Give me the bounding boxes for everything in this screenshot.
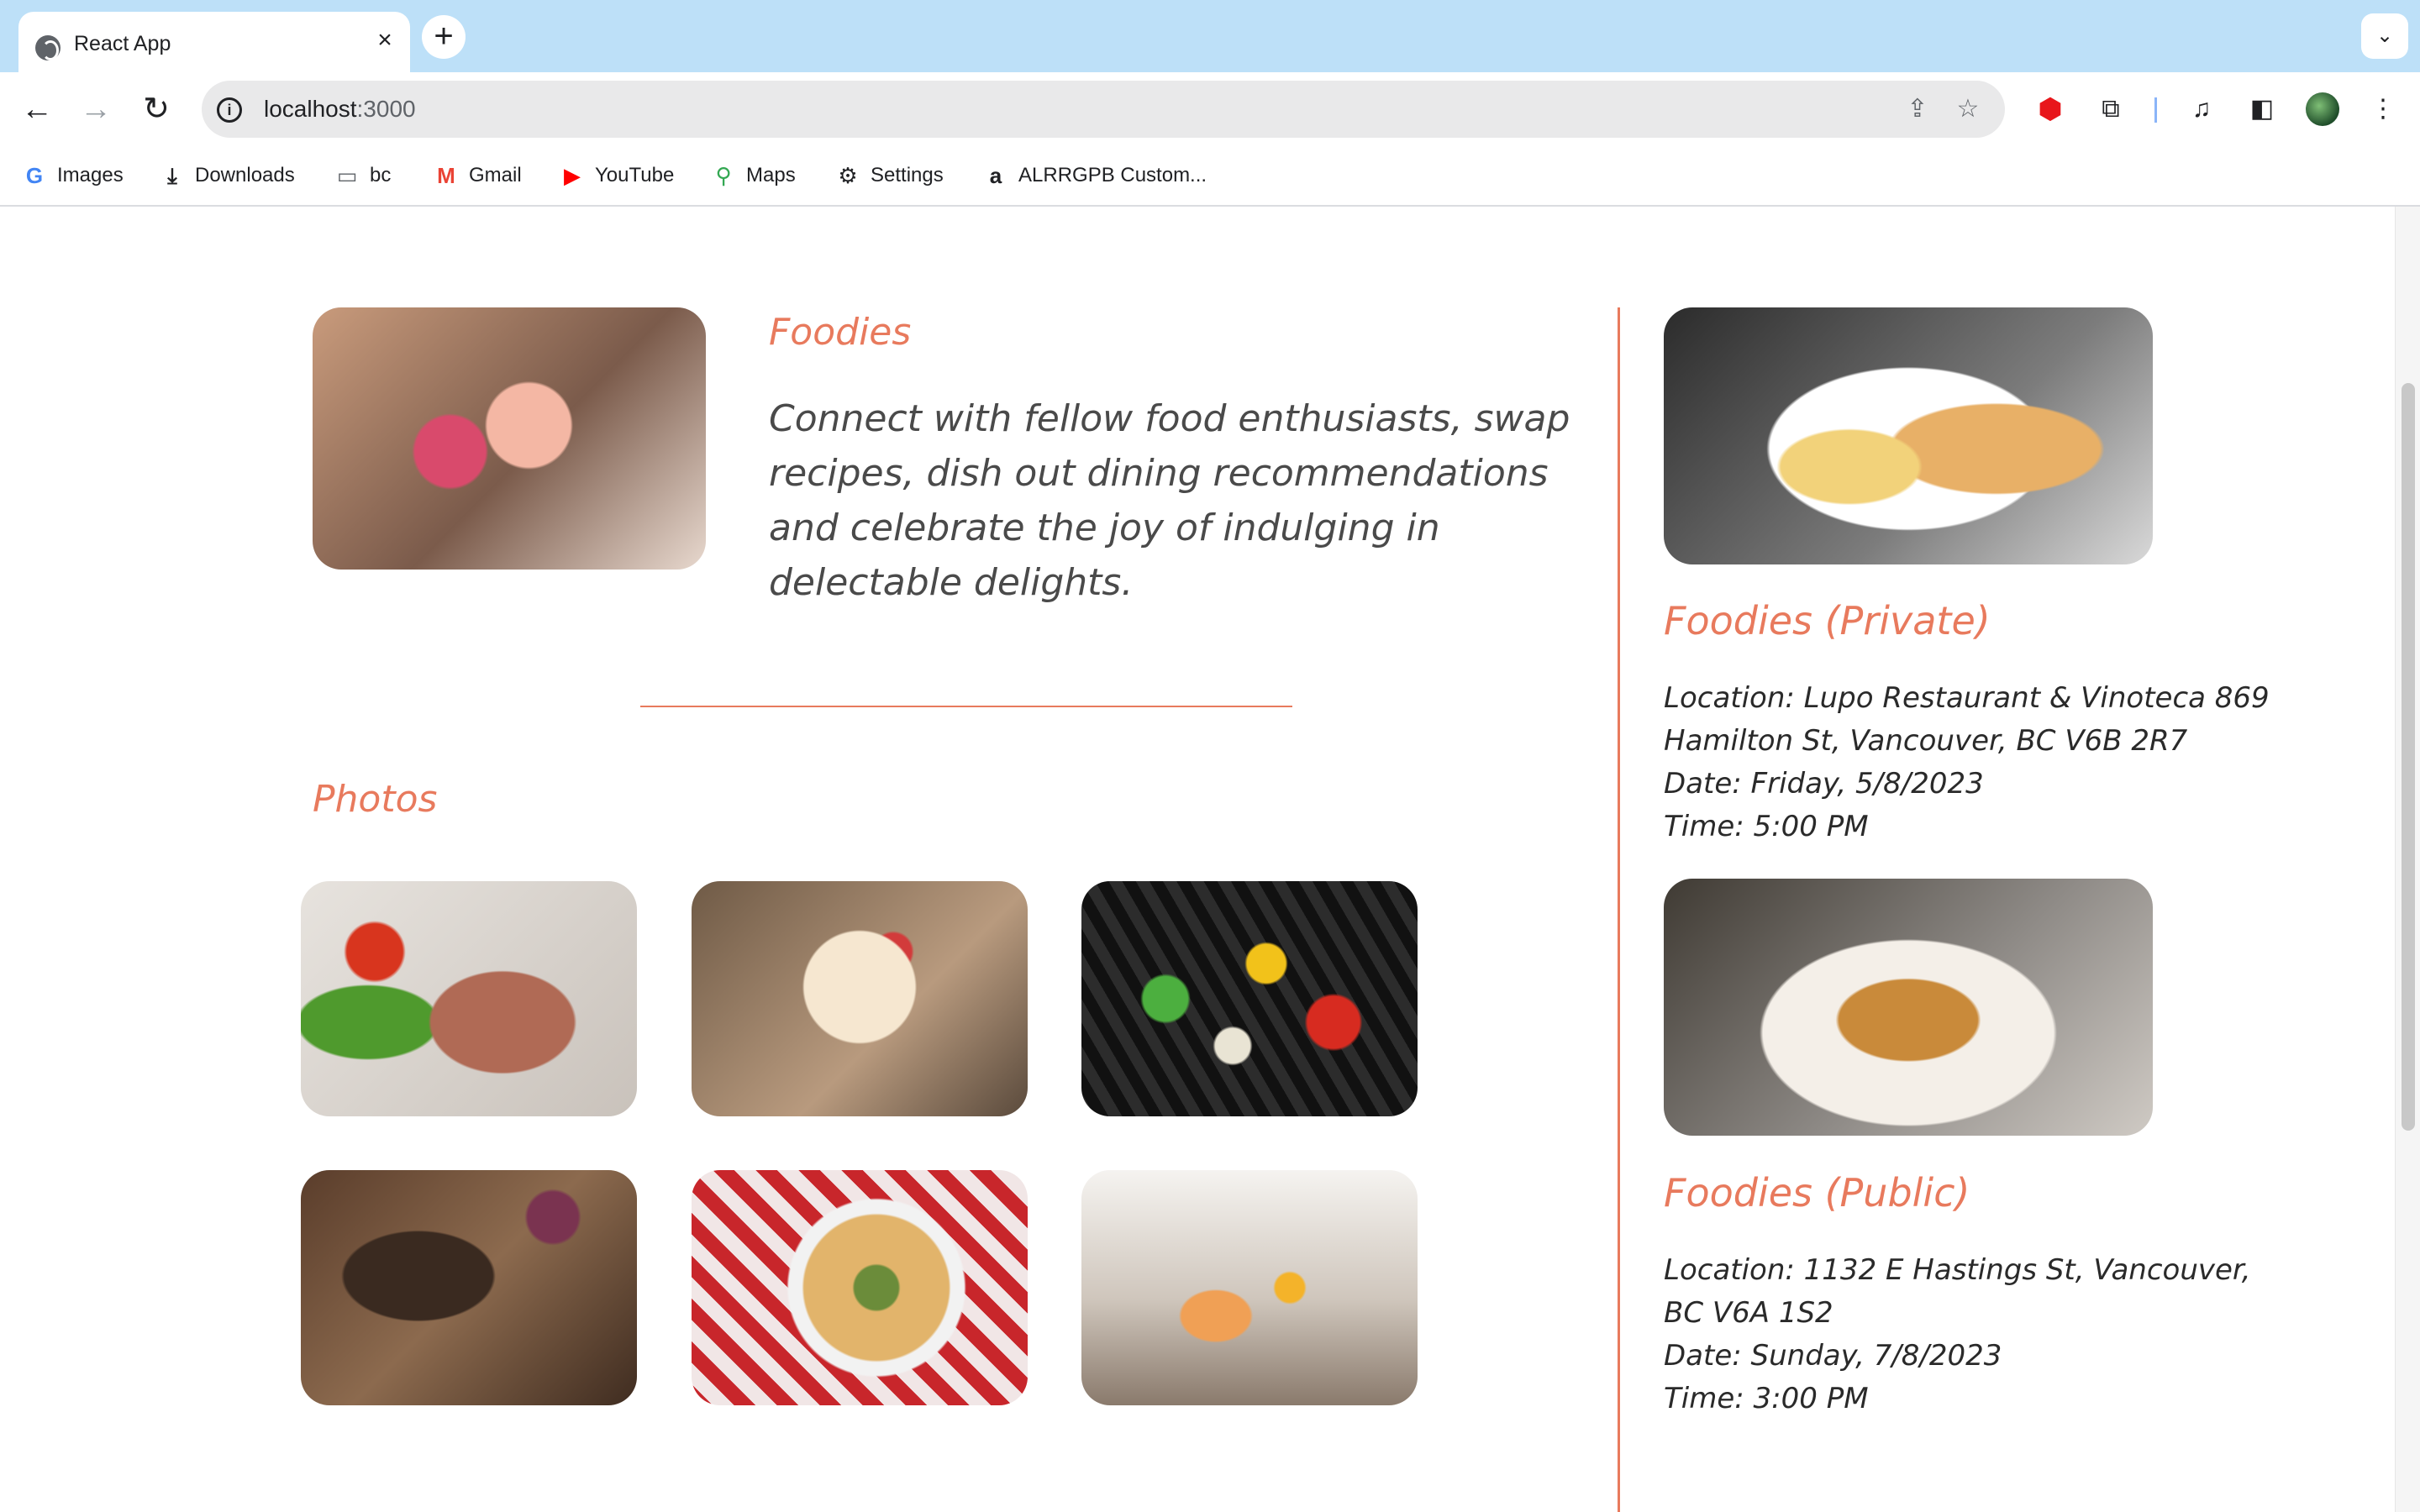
folder-icon: ▭: [336, 163, 358, 188]
maps-icon: ⚲: [715, 163, 732, 188]
menu-kebab-icon[interactable]: ⋮: [2366, 92, 2400, 126]
bookmark-star-icon[interactable]: ☆: [1951, 92, 1985, 126]
download-icon: ⤓: [167, 163, 177, 188]
group-title: Foodies: [769, 311, 912, 354]
bookmark-label: YouTube: [595, 164, 675, 186]
bookmark-label: Settings: [871, 164, 944, 186]
time-label: Time: [1664, 810, 1735, 843]
group-description: Connect with fellow food enthusiasts, sw…: [769, 397, 1570, 604]
event-image-public[interactable]: [1664, 879, 2153, 1136]
event-title-private[interactable]: Foodies (Private): [1664, 598, 1991, 643]
column-divider: [1618, 307, 1620, 1512]
bookmark-label: Maps: [746, 164, 796, 186]
tab-title: React App: [74, 32, 171, 55]
bookmark-downloads[interactable]: ⤓ Downloads: [160, 161, 295, 190]
scrollbar-thumb[interactable]: [2402, 383, 2415, 1131]
gmail-icon: M: [437, 163, 455, 188]
site-info-icon[interactable]: i: [217, 97, 242, 123]
close-icon[interactable]: ×: [373, 28, 397, 53]
bookmark-label: bc: [370, 164, 392, 186]
bookmark-maps[interactable]: ⚲ Maps: [711, 161, 796, 190]
side-panel-icon[interactable]: ◧: [2245, 92, 2279, 126]
event-details-public: Location: 1132 E Hastings St, Vancouver,…: [1664, 1249, 2286, 1420]
url-text: localhost:3000: [264, 96, 416, 123]
youtube-icon: ▶: [564, 163, 581, 188]
bookmark-gmail[interactable]: M Gmail: [434, 161, 522, 190]
bookmark-images[interactable]: G Images: [22, 161, 124, 190]
event-location: Location: Lupo Restaurant & Vinoteca 869…: [1664, 681, 2270, 758]
date-label: Date: [1664, 1339, 1733, 1373]
toolbar-separator: [2154, 97, 2157, 123]
time-value: 5:00 PM: [1753, 810, 1869, 843]
extensions-puzzle-icon[interactable]: ⧉: [2094, 92, 2128, 126]
event-date: Date: Sunday, 7/8/2023: [1664, 1339, 2002, 1373]
adblock-extension-icon[interactable]: ⬢: [2033, 92, 2067, 126]
photo-strawberry-cream-puffs[interactable]: [692, 881, 1028, 1116]
time-value: 3:00 PM: [1753, 1382, 1869, 1415]
bookmark-label: ALRRGPB Custom...: [1018, 164, 1207, 186]
photos-heading: Photos: [313, 778, 438, 821]
url-port: :3000: [356, 96, 416, 122]
globe-icon: [35, 35, 60, 60]
location-label: Location: [1664, 681, 1786, 715]
page-content: Foodies Connect with fellow food enthusi…: [0, 207, 2420, 1512]
amazon-icon: a: [989, 163, 1002, 188]
bookmark-youtube[interactable]: ▶ YouTube: [560, 161, 674, 190]
bookmark-label: Images: [57, 164, 124, 186]
url-host: localhost: [264, 96, 357, 122]
date-value: Sunday, 7/8/2023: [1750, 1339, 2002, 1373]
photo-breakfast-table[interactable]: [1081, 1170, 1418, 1405]
media-controls-icon[interactable]: ♫: [2185, 92, 2218, 126]
event-time: Time: 3:00 PM: [1664, 1382, 1869, 1415]
tab-strip: React App × + ⌄: [0, 0, 2420, 72]
profile-avatar[interactable]: [2306, 92, 2339, 126]
photo-grilled-skewers[interactable]: [1081, 881, 1418, 1116]
tab-react-app[interactable]: React App ×: [18, 12, 410, 72]
photo-pizza[interactable]: [692, 1170, 1028, 1405]
event-location: Location: 1132 E Hastings St, Vancouver,…: [1664, 1253, 2251, 1330]
date-value: Friday, 5/8/2023: [1750, 767, 1984, 801]
time-label: Time: [1664, 1382, 1735, 1415]
bookmark-label: Gmail: [469, 164, 522, 186]
back-button[interactable]: ←: [15, 87, 59, 131]
share-icon[interactable]: ⇪: [1901, 92, 1934, 126]
photo-charcuterie-board[interactable]: [301, 1170, 637, 1405]
group-cover-image: [313, 307, 706, 570]
event-image-private[interactable]: [1664, 307, 2153, 564]
section-divider: [640, 706, 1292, 707]
bookmark-settings[interactable]: ⚙ Settings: [835, 161, 944, 190]
google-icon: G: [25, 163, 44, 188]
photo-steak-asparagus[interactable]: [301, 881, 637, 1116]
bookmarks-bar: G Images ⤓ Downloads ▭ bc M Gmail ▶ YouT…: [0, 144, 2420, 207]
new-tab-button[interactable]: +: [422, 15, 466, 59]
forward-button[interactable]: →: [74, 87, 118, 131]
bookmark-label: Downloads: [195, 164, 295, 186]
event-details-private: Location: Lupo Restaurant & Vinoteca 869…: [1664, 677, 2286, 848]
event-title-public[interactable]: Foodies (Public): [1664, 1170, 1970, 1215]
bookmark-bc[interactable]: ▭ bc: [334, 161, 392, 190]
bookmark-amazon[interactable]: a ALRRGPB Custom...: [983, 161, 1207, 190]
tab-search-button[interactable]: ⌄: [2361, 13, 2408, 59]
gear-icon: ⚙: [838, 163, 858, 188]
date-label: Date: [1664, 767, 1733, 801]
toolbar: ← → ↻ i localhost:3000 ⇪ ☆ ⬢ ⧉ ♫ ◧ ⋮: [0, 72, 2420, 144]
reload-button[interactable]: ↻: [134, 87, 178, 131]
location-label: Location: [1664, 1253, 1786, 1287]
event-date: Date: Friday, 5/8/2023: [1664, 767, 1984, 801]
browser-chrome: React App × + ⌄ ← → ↻ i localhost:3000 ⇪…: [0, 0, 2420, 207]
scrollbar[interactable]: [2395, 207, 2420, 1512]
address-bar[interactable]: i localhost:3000 ⇪ ☆: [202, 81, 2005, 138]
event-time: Time: 5:00 PM: [1664, 810, 1869, 843]
